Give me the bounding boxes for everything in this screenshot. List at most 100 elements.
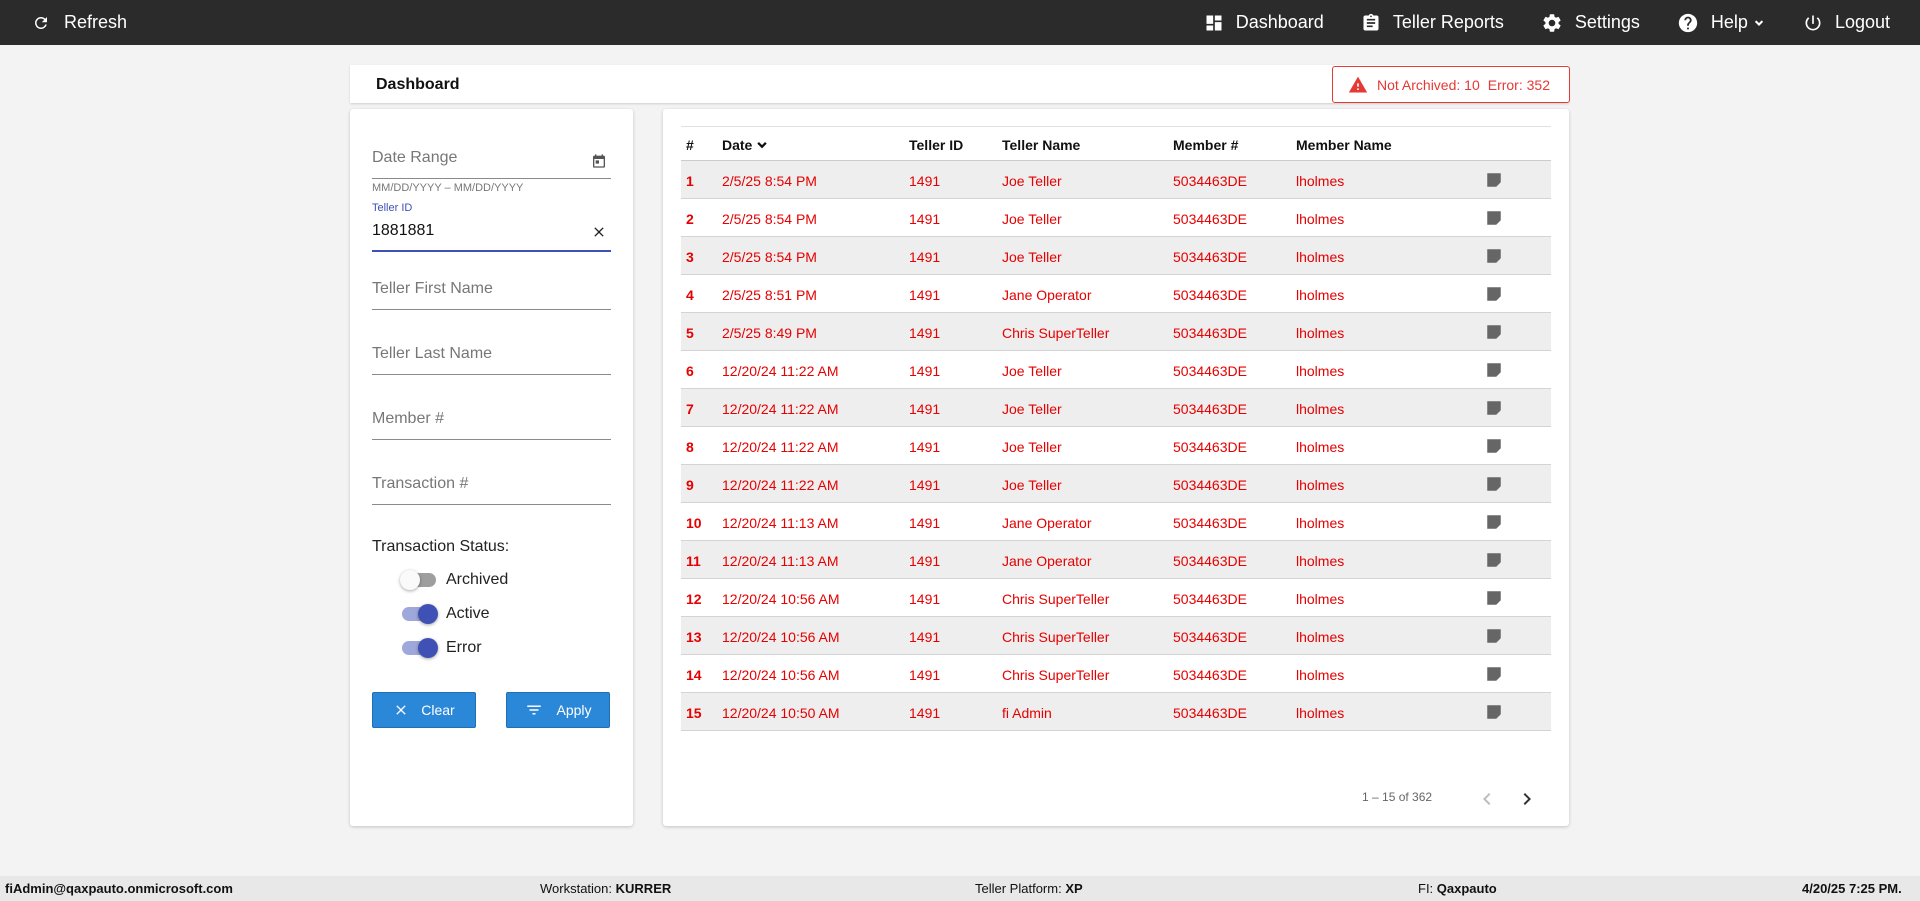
status-alert[interactable]: Not Archived: 10 Error: 352: [1332, 66, 1570, 103]
archived-toggle[interactable]: [400, 570, 436, 590]
note-icon[interactable]: [1485, 361, 1503, 379]
table-row[interactable]: 1 2/5/25 8:54 PM 1491 Joe Teller 5034463DE lh…: [681, 161, 1551, 199]
note-icon[interactable]: [1485, 589, 1503, 607]
cell-member-num: 5034463DE: [1173, 439, 1247, 455]
cell-member-name: lholmes: [1296, 629, 1345, 645]
active-toggle[interactable]: [402, 604, 438, 624]
table-row[interactable]: 4 2/5/25 8:51 PM 1491 Jane Operator 5034463D…: [681, 275, 1551, 313]
date-range-field[interactable]: Date Range: [372, 149, 611, 179]
table-row[interactable]: 3 2/5/25 8:54 PM 1491 Joe Teller 5034463DE lh…: [681, 237, 1551, 275]
close-icon: [396, 705, 406, 715]
table-row[interactable]: 14 12/20/24 10:56 AM 1491 Chris SuperTeller…: [681, 655, 1551, 693]
cell-teller-id: 1491: [909, 439, 941, 455]
cell-member-num: 5034463DE: [1173, 515, 1247, 531]
cell-num: 1: [686, 173, 694, 189]
cell-teller-name: Joe Teller: [1002, 173, 1062, 189]
cell-member-name: lholmes: [1296, 363, 1345, 379]
note-icon[interactable]: [1485, 247, 1503, 265]
cell-member-name: lholmes: [1296, 667, 1345, 683]
cell-date: 2/5/25 8:54 PM: [722, 211, 817, 227]
cell-teller-name: Joe Teller: [1002, 401, 1062, 417]
note-icon[interactable]: [1485, 703, 1503, 721]
teller-first-name-placeholder: Teller First Name: [372, 280, 493, 297]
nav-help[interactable]: Help: [1677, 12, 1766, 34]
cell-teller-id: 1491: [909, 629, 941, 645]
calendar-icon[interactable]: [591, 153, 607, 169]
clear-button[interactable]: Clear: [372, 692, 476, 728]
gear-icon: [1543, 13, 1561, 32]
col-header-member-name: Member Name: [1296, 137, 1392, 153]
table-row[interactable]: 6 12/20/24 11:22 AM 1491 Joe Teller 5034463D…: [681, 351, 1551, 389]
note-icon[interactable]: [1485, 665, 1503, 683]
note-icon[interactable]: [1485, 627, 1503, 645]
active-label: Active: [446, 605, 490, 622]
note-icon[interactable]: [1485, 475, 1503, 493]
cell-member-num: 5034463DE: [1173, 667, 1247, 683]
note-icon[interactable]: [1485, 285, 1503, 303]
refresh-button[interactable]: Refresh: [32, 12, 127, 33]
col-header-member-num: Member #: [1173, 137, 1239, 153]
table-row[interactable]: 9 12/20/24 11:22 AM 1491 Joe Teller 5034463D…: [681, 465, 1551, 503]
active-toggle-row: Active: [402, 604, 490, 624]
archived-toggle-row: Archived: [400, 570, 508, 590]
cell-member-name: lholmes: [1296, 515, 1345, 531]
nav-settings[interactable]: Settings: [1541, 12, 1640, 34]
help-icon: [1678, 13, 1698, 32]
col-header-teller-id: Teller ID: [909, 137, 964, 153]
refresh-icon: [35, 16, 47, 29]
col-header-date[interactable]: Date: [722, 137, 770, 153]
col-header-date-label: Date: [722, 137, 753, 153]
nav-settings-label: Settings: [1574, 12, 1640, 32]
note-icon[interactable]: [1485, 437, 1503, 455]
table-header: # Date Teller ID Teller Name Member # Me…: [681, 127, 1551, 161]
note-icon[interactable]: [1485, 399, 1503, 417]
table-row[interactable]: 2 2/5/25 8:54 PM 1491 Joe Teller 5034463DE lh…: [681, 199, 1551, 237]
nav-teller-reports[interactable]: Teller Reports: [1361, 12, 1504, 33]
pagination: 1 – 15 of 362: [663, 787, 1569, 811]
cell-date: 2/5/25 8:54 PM: [722, 173, 817, 189]
note-icon[interactable]: [1485, 551, 1503, 569]
note-icon[interactable]: [1485, 209, 1503, 227]
cell-num: 11: [686, 553, 701, 569]
table-body: 1 2/5/25 8:54 PM 1491 Joe Teller 5034463DE lh…: [681, 161, 1551, 731]
error-toggle[interactable]: [402, 638, 438, 658]
note-icon[interactable]: [1485, 513, 1503, 531]
chevron-left-icon[interactable]: [1475, 787, 1499, 811]
error-label: Error: [446, 639, 482, 656]
teller-last-name-field[interactable]: Teller Last Name: [372, 345, 611, 375]
cell-member-name: lholmes: [1296, 173, 1345, 189]
cell-member-num: 5034463DE: [1173, 705, 1247, 721]
chevron-right-icon[interactable]: [1515, 787, 1539, 811]
nav-logout[interactable]: Logout: [1803, 12, 1890, 33]
note-icon[interactable]: [1485, 323, 1503, 341]
table-row[interactable]: 12 12/20/24 10:56 AM 1491 Chris SuperTeller…: [681, 579, 1551, 617]
cell-num: 13: [686, 629, 702, 645]
cell-member-name: lholmes: [1296, 439, 1345, 455]
clear-input-icon[interactable]: [591, 224, 607, 240]
table-row[interactable]: 5 2/5/25 8:49 PM 1491 Chris SuperTeller 5034…: [681, 313, 1551, 351]
table-row[interactable]: 8 12/20/24 11:22 AM 1491 Joe Teller 5034463D…: [681, 427, 1551, 465]
teller-id-input[interactable]: [372, 222, 572, 240]
cell-date: 12/20/24 10:56 AM: [722, 591, 840, 607]
apply-button[interactable]: Apply: [506, 692, 610, 728]
transaction-number-field[interactable]: Transaction #: [372, 475, 611, 505]
cell-member-num: 5034463DE: [1173, 287, 1247, 303]
note-icon[interactable]: [1485, 171, 1503, 189]
footer-datetime: 4/20/25 7:25 PM.: [1802, 881, 1902, 896]
table-row[interactable]: 10 12/20/24 11:13 AM 1491 Jane Operator 5034…: [681, 503, 1551, 541]
cell-member-name: lholmes: [1296, 477, 1345, 493]
teller-id-field[interactable]: Teller ID: [372, 202, 611, 252]
table-row[interactable]: 15 12/20/24 10:50 AM 1491 fi Admin 5034463DE…: [681, 693, 1551, 731]
not-archived-count: Not Archived: 10: [1377, 76, 1480, 93]
cell-teller-id: 1491: [909, 667, 941, 683]
cell-member-num: 5034463DE: [1173, 325, 1247, 341]
cell-teller-id: 1491: [909, 363, 941, 379]
teller-first-name-field[interactable]: Teller First Name: [372, 280, 611, 310]
table-row[interactable]: 7 12/20/24 11:22 AM 1491 Joe Teller 5034463D…: [681, 389, 1551, 427]
table-row[interactable]: 13 12/20/24 10:56 AM 1491 Chris SuperTeller…: [681, 617, 1551, 655]
cell-teller-name: Joe Teller: [1002, 363, 1062, 379]
nav-dashboard[interactable]: Dashboard: [1204, 12, 1324, 33]
table-row[interactable]: 11 12/20/24 11:13 AM 1491 Jane Operator 5034…: [681, 541, 1551, 579]
member-number-field[interactable]: Member #: [372, 410, 611, 440]
fi-value: Qaxpauto: [1436, 881, 1497, 896]
